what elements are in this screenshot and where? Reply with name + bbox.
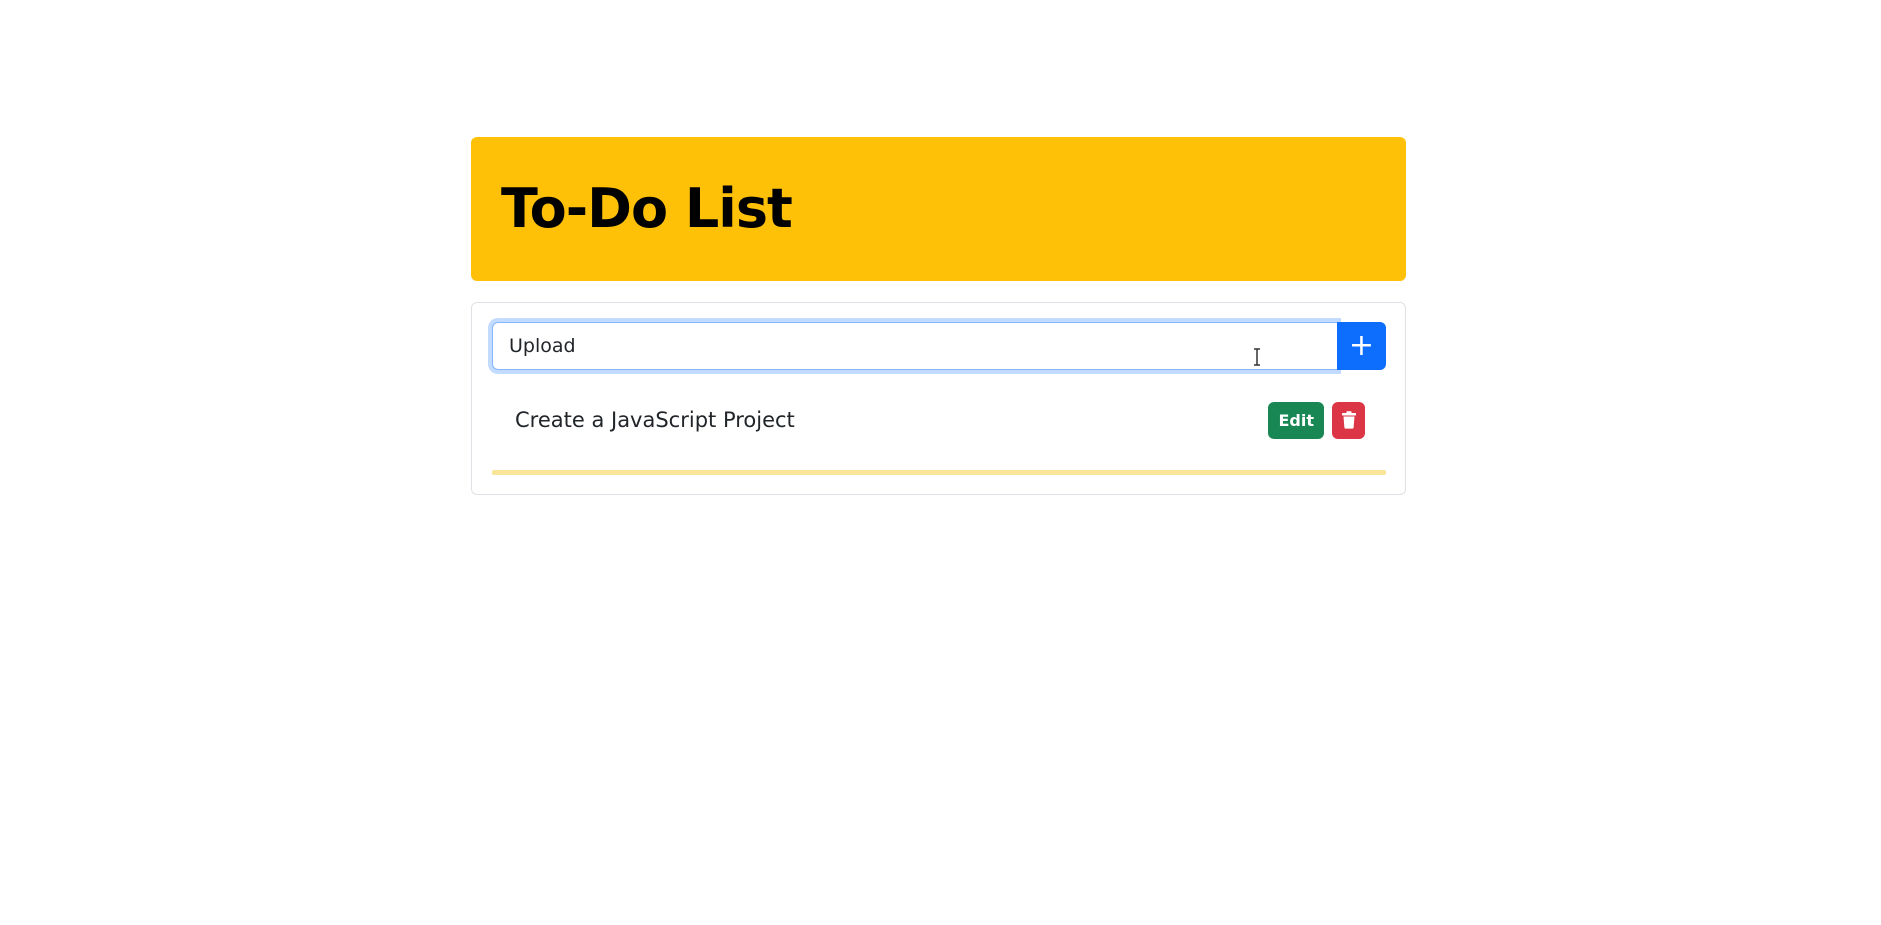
- task-input[interactable]: [492, 322, 1337, 370]
- delete-button[interactable]: [1332, 401, 1365, 439]
- page-title: To-Do List: [501, 177, 793, 240]
- page: To-Do List + Create a JavaScript Project…: [0, 0, 1881, 925]
- task-text: Create a JavaScript Project: [515, 408, 795, 432]
- text-cursor-icon: [1254, 348, 1260, 366]
- edit-button[interactable]: Edit: [1268, 401, 1324, 439]
- header-banner: To-Do List: [471, 137, 1406, 281]
- todo-card: + Create a JavaScript Project Edit: [471, 302, 1406, 495]
- list-item: Create a JavaScript Project Edit: [492, 398, 1386, 442]
- trash-icon: [1341, 411, 1356, 429]
- add-task-button[interactable]: +: [1337, 322, 1386, 370]
- plus-icon: +: [1348, 328, 1375, 363]
- divider: [492, 470, 1386, 475]
